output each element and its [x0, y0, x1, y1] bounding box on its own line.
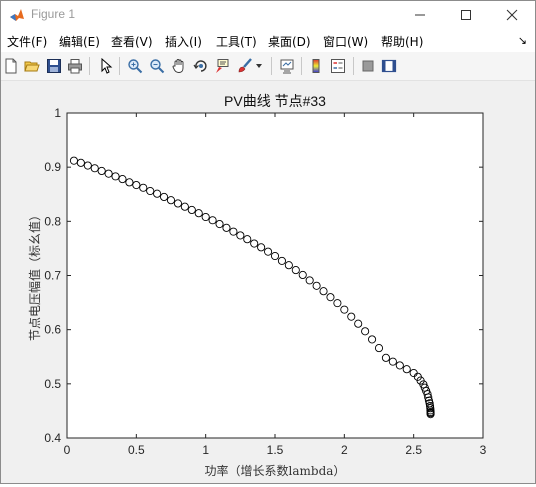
minimize-icon: [414, 6, 426, 25]
maximize-icon: [460, 6, 472, 25]
x-tick-label: 1.5: [267, 443, 284, 457]
toolbar-separator: [301, 57, 302, 75]
menu-desktop[interactable]: 桌面(D): [268, 33, 311, 50]
toolbar-separator: [353, 57, 354, 75]
y-axis-label: 节点电压幅值（标幺值）: [27, 209, 42, 341]
close-button[interactable]: [489, 1, 535, 30]
title-bar[interactable]: Figure 1: [1, 1, 535, 30]
brush-dropdown-icon[interactable]: [253, 56, 265, 76]
insert-legend-icon[interactable]: [328, 56, 348, 76]
x-axis-label: 功率（增长系数lambda）: [205, 463, 346, 478]
axes-area[interactable]: [67, 113, 483, 438]
print-icon[interactable]: [65, 56, 85, 76]
chart-title: PV曲线 节点#33: [224, 93, 326, 109]
figure-canvas[interactable]: PV曲线 节点#33 功率（增长系数lambda） 节点电压幅值（标幺值） 00…: [1, 81, 535, 483]
x-tick-label: 0.5: [128, 443, 145, 457]
edit-plot-arrow-icon[interactable]: [96, 56, 116, 76]
zoom-in-icon[interactable]: [125, 56, 145, 76]
minimize-button[interactable]: [397, 1, 443, 30]
toolbar-separator: [271, 57, 272, 75]
y-tick-label: 0.5: [44, 377, 61, 391]
figure-toolbar: [1, 52, 535, 81]
maximize-button[interactable]: [443, 1, 489, 30]
open-file-icon[interactable]: [22, 56, 42, 76]
y-tick-label: 0.6: [44, 323, 61, 337]
menu-overflow-arrow-icon[interactable]: ↘: [518, 34, 527, 47]
y-tick-label: 0.4: [44, 431, 61, 445]
menu-edit[interactable]: 编辑(E): [59, 33, 100, 50]
toolbar-separator: [89, 57, 90, 75]
x-tick-label: 2: [341, 443, 348, 457]
toolbar-separator: [119, 57, 120, 75]
x-tick-label: 0: [64, 443, 71, 457]
brush-icon[interactable]: [235, 56, 255, 76]
link-plot-icon[interactable]: [277, 56, 297, 76]
menu-bar: 文件(F) 编辑(E) 查看(V) 插入(I) 工具(T) 桌面(D) 窗口(W…: [1, 30, 535, 52]
pan-hand-icon[interactable]: [169, 56, 189, 76]
y-tick-label: 0.9: [44, 160, 61, 174]
x-tick-label: 3: [480, 443, 487, 457]
menu-view[interactable]: 查看(V): [111, 33, 153, 50]
rotate-3d-icon[interactable]: [191, 56, 211, 76]
hide-plot-tools-icon[interactable]: [358, 56, 378, 76]
save-icon[interactable]: [44, 56, 64, 76]
matlab-logo-icon: [9, 7, 25, 23]
zoom-out-icon[interactable]: [147, 56, 167, 76]
menu-file[interactable]: 文件(F): [7, 33, 47, 50]
data-cursor-icon[interactable]: [212, 56, 232, 76]
window-title: Figure 1: [31, 7, 76, 21]
close-icon: [506, 6, 518, 25]
menu-help[interactable]: 帮助(H): [381, 33, 423, 50]
plot-svg[interactable]: PV曲线 节点#33 功率（增长系数lambda） 节点电压幅值（标幺值） 00…: [1, 81, 535, 483]
y-tick-label: 0.7: [44, 269, 61, 283]
figure-window: Figure 1 文件(F) 编辑(E) 查看(V) 插入(I) 工具(T) 桌…: [0, 0, 536, 484]
x-tick-label: 1: [202, 443, 209, 457]
insert-colorbar-icon[interactable]: [306, 56, 326, 76]
y-tick-label: 1: [54, 106, 61, 120]
y-tick-label: 0.8: [44, 214, 61, 228]
menu-insert[interactable]: 插入(I): [165, 33, 202, 50]
x-tick-label: 2.5: [405, 443, 422, 457]
show-plot-tools-icon[interactable]: [379, 56, 399, 76]
new-figure-icon[interactable]: [1, 56, 21, 76]
menu-tools[interactable]: 工具(T): [216, 33, 257, 50]
menu-window[interactable]: 窗口(W): [323, 33, 368, 50]
